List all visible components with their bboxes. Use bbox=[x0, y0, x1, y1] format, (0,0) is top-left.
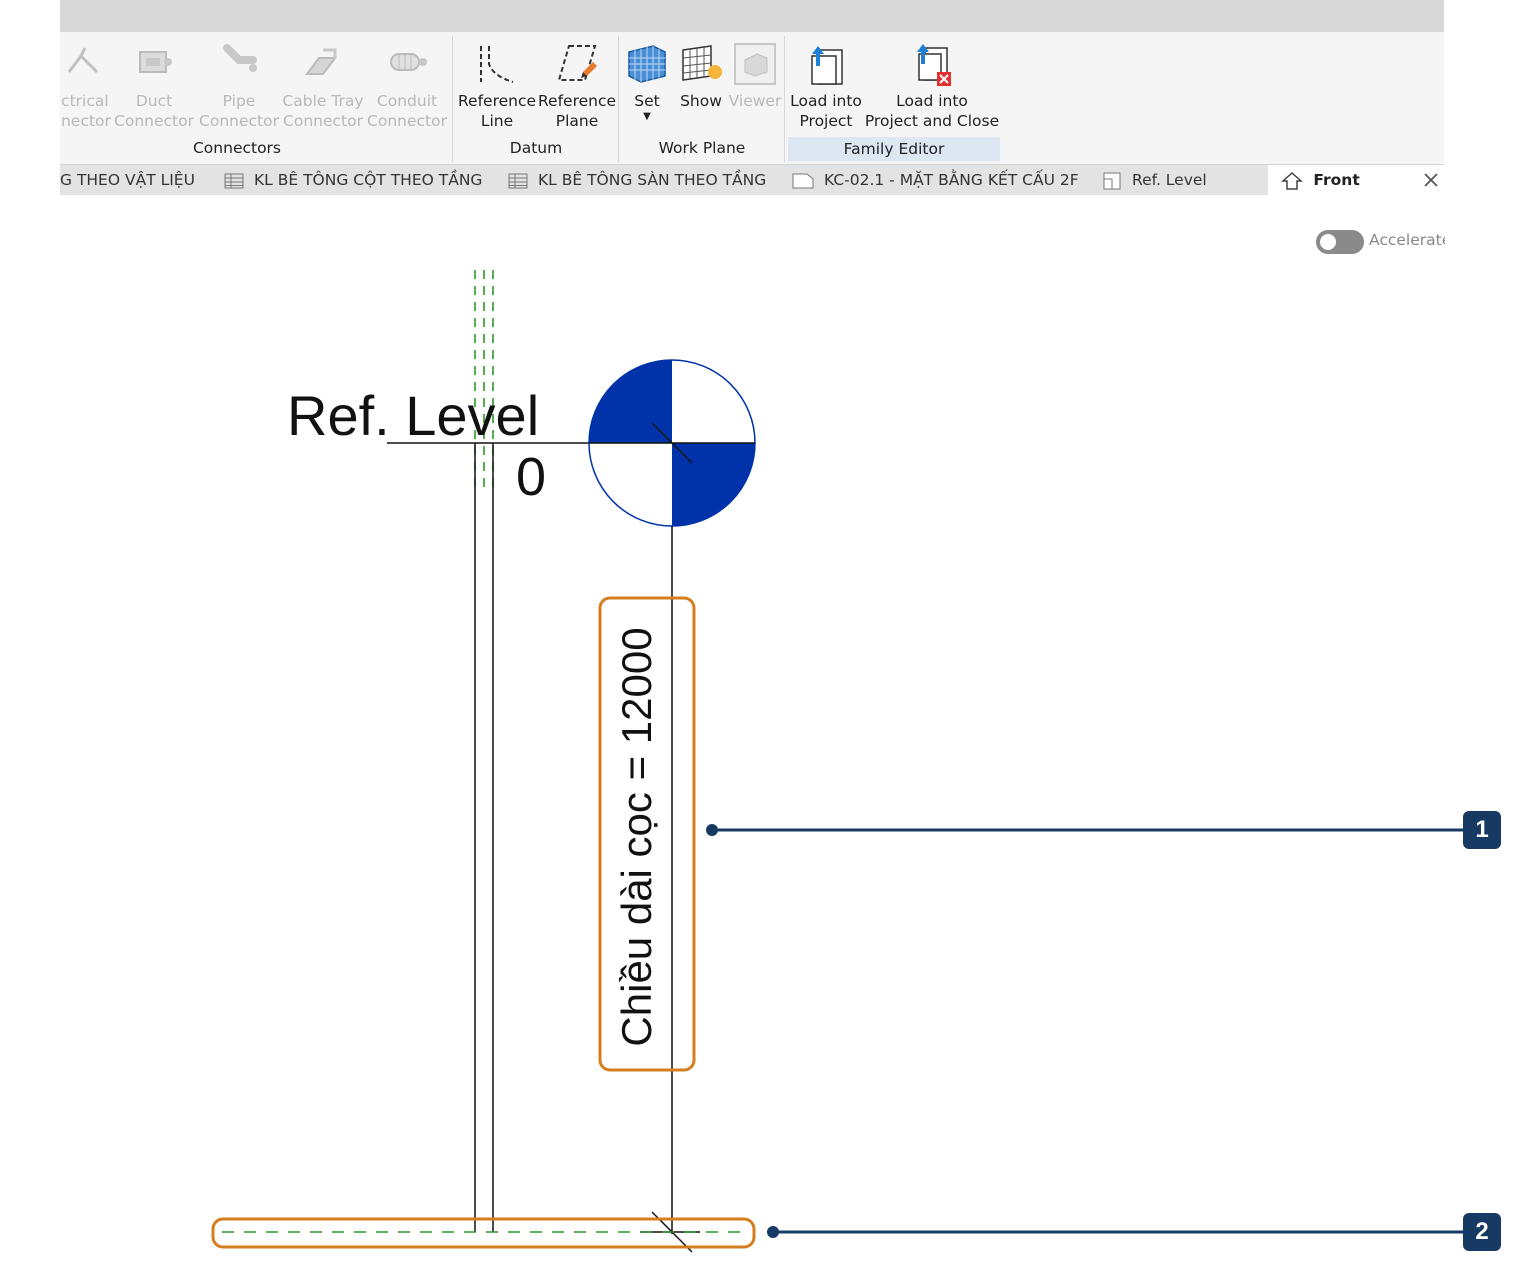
drawing-canvas[interactable] bbox=[0, 0, 1520, 1264]
callout-badge-2: 2 bbox=[1463, 1213, 1501, 1251]
pile-body[interactable] bbox=[474, 443, 494, 1232]
callout-badge-1: 1 bbox=[1463, 811, 1501, 849]
level-name-text[interactable]: Ref. Level bbox=[287, 386, 539, 446]
dimension-label[interactable]: Chiều dài cọc = 12000 bbox=[613, 627, 661, 1046]
level-elevation-text[interactable]: 0 bbox=[516, 448, 546, 506]
callout-leader-1 bbox=[706, 824, 1464, 836]
level-head-symbol[interactable] bbox=[588, 359, 756, 527]
vertical-reference-plane[interactable] bbox=[474, 270, 494, 490]
callout-leader-2 bbox=[767, 1226, 1464, 1238]
